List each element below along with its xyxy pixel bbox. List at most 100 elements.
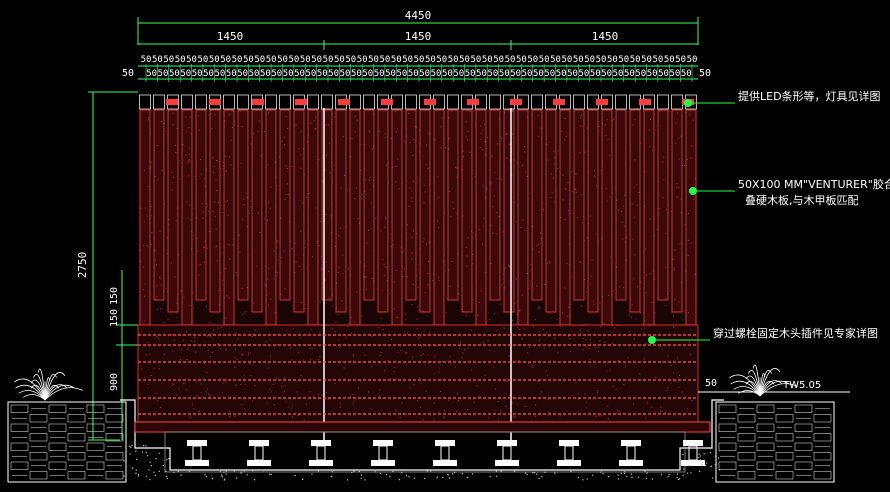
speckle — [547, 159, 549, 161]
speckle — [215, 179, 217, 181]
gravel-dot — [149, 461, 151, 463]
speckle — [676, 187, 678, 189]
speckle — [645, 417, 647, 419]
speckle — [634, 119, 636, 121]
speckle — [267, 367, 269, 369]
speckle — [206, 371, 208, 373]
speckle — [346, 189, 348, 191]
gravel-dot — [225, 470, 227, 472]
speckle — [644, 327, 646, 329]
speckle — [568, 210, 570, 212]
speckle — [176, 394, 178, 396]
speckle — [623, 225, 625, 227]
speckle — [525, 230, 527, 232]
speckle — [606, 370, 608, 372]
speckle — [625, 283, 627, 285]
gravel-dot — [660, 473, 663, 476]
speckle — [533, 326, 535, 328]
speckle — [383, 369, 385, 371]
speckle — [599, 131, 601, 133]
speckle — [481, 148, 483, 150]
speckle — [363, 268, 365, 270]
speckle — [541, 391, 543, 393]
slat-dim-top-label: 50 — [664, 55, 675, 65]
speckle — [246, 226, 248, 228]
speckle — [421, 346, 423, 348]
slat-spacing-dimensions: 50 50 5050505050505050505050505050505050… — [122, 55, 711, 82]
pedestal-base — [681, 460, 705, 466]
speckle — [251, 273, 253, 275]
speckle — [316, 240, 318, 242]
speckle — [273, 250, 275, 252]
gravel-dot — [353, 470, 355, 472]
speckle — [302, 158, 304, 160]
speckle — [207, 335, 209, 337]
speckle — [406, 224, 408, 226]
speckle — [619, 286, 621, 288]
speckle — [398, 187, 400, 189]
speckle — [535, 415, 537, 417]
speckle — [635, 318, 637, 320]
speckle — [222, 382, 224, 384]
gravel-dot — [331, 471, 334, 473]
speckle — [588, 347, 590, 349]
speckle — [333, 165, 335, 167]
pedestal-base — [185, 460, 209, 466]
speckle — [143, 221, 145, 223]
speckle — [601, 161, 603, 163]
speckle — [166, 253, 168, 255]
slat — [419, 109, 431, 313]
speckle — [447, 148, 449, 150]
speckle — [379, 362, 381, 364]
speckle — [158, 338, 160, 340]
speckle — [444, 137, 446, 139]
led-fixture — [596, 99, 608, 105]
speckle — [331, 239, 333, 241]
speckle — [568, 306, 570, 308]
speckle — [547, 374, 549, 376]
slat — [461, 109, 473, 313]
speckle — [437, 220, 439, 222]
speckle — [426, 243, 428, 245]
speckle — [214, 201, 216, 203]
speckle — [241, 404, 243, 406]
speckle — [234, 356, 236, 358]
speckle — [494, 409, 496, 411]
speckle — [590, 283, 592, 285]
speckle — [419, 247, 421, 249]
speckle — [527, 260, 529, 262]
speckle — [246, 197, 248, 199]
speckle — [165, 130, 167, 132]
slat-dim-top-label: 50 — [459, 55, 470, 65]
speckle — [586, 401, 588, 403]
gravel-dot — [698, 470, 701, 473]
speckle — [205, 291, 207, 293]
speckle — [660, 110, 662, 112]
speckle — [469, 151, 471, 153]
speckle — [573, 254, 575, 256]
speckle — [562, 199, 564, 201]
speckle — [212, 210, 214, 212]
speckle — [207, 247, 209, 249]
speckle — [545, 370, 547, 372]
speckle — [575, 382, 577, 384]
speckle — [187, 348, 189, 350]
slat-dim-top-label: 50 — [391, 55, 402, 65]
speckle — [334, 382, 336, 384]
speckle — [354, 321, 356, 323]
speckle — [476, 385, 478, 387]
speckle — [265, 284, 267, 286]
speckle — [181, 216, 183, 218]
speckle — [483, 185, 485, 187]
speckle — [589, 358, 591, 360]
gravel-dot — [699, 459, 702, 461]
speckle — [640, 142, 642, 144]
speckle — [680, 198, 682, 200]
speckle — [338, 346, 340, 348]
gravel-dot — [718, 469, 721, 471]
speckle — [416, 232, 418, 234]
speckle — [560, 130, 562, 132]
speckle — [331, 203, 333, 205]
speckle — [193, 408, 195, 410]
slat — [503, 109, 515, 313]
